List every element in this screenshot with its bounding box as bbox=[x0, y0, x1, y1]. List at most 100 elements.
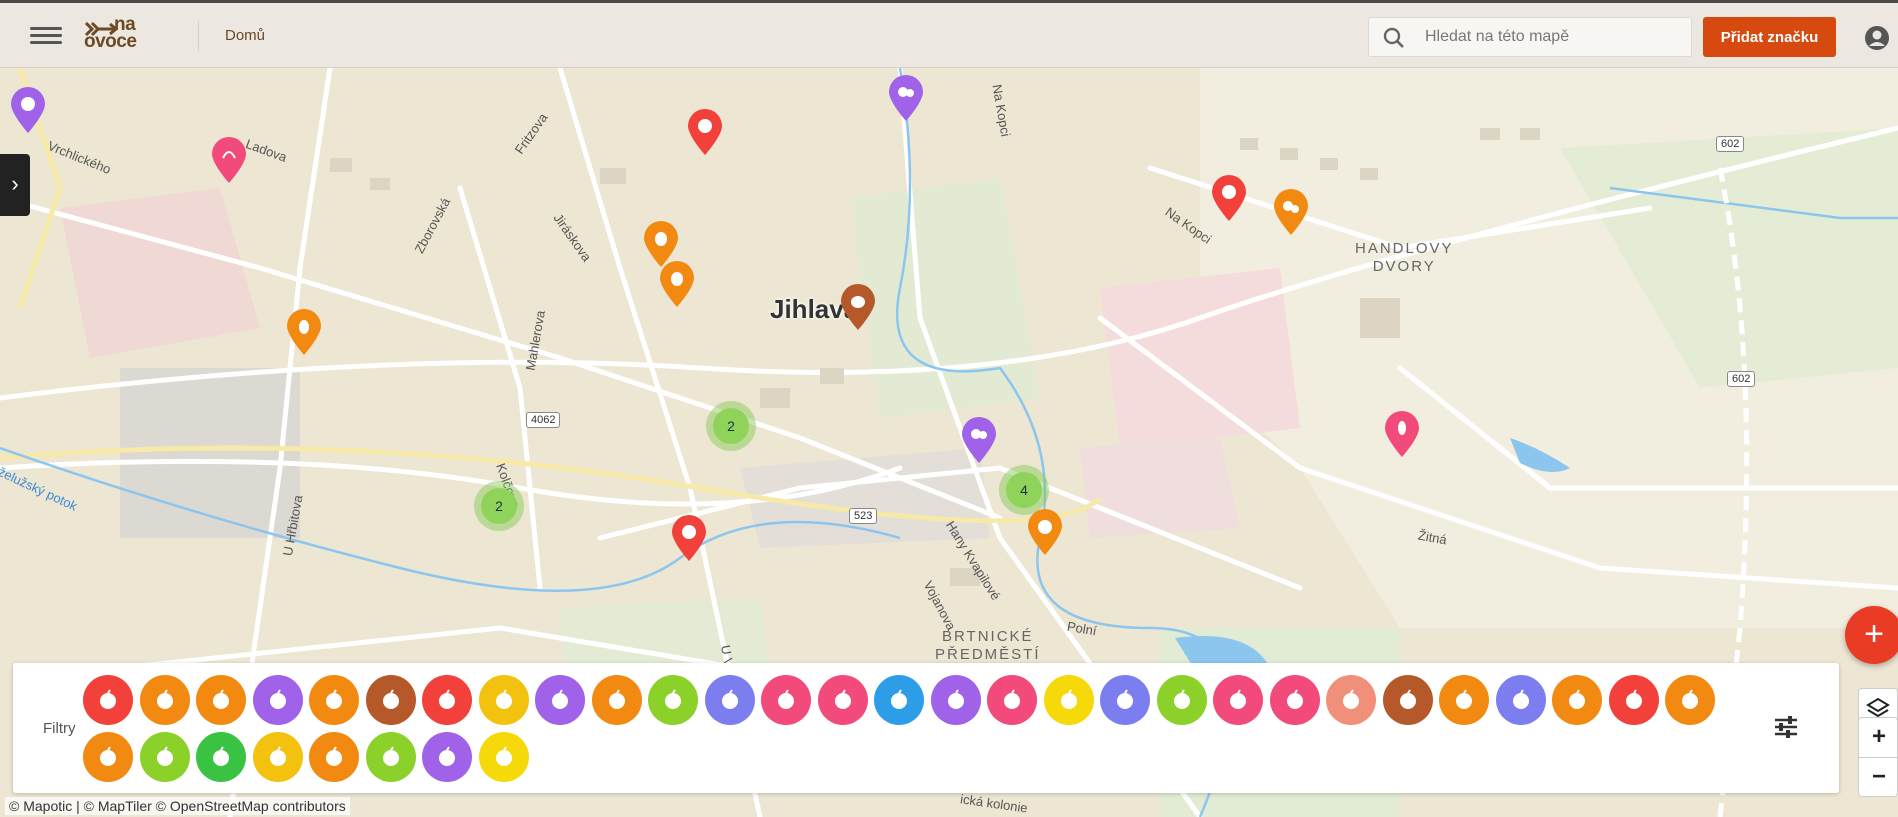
filter-chip-fruit-icon[interactable] bbox=[139, 675, 190, 725]
fruit-glyph-icon bbox=[834, 689, 851, 709]
road-number: 602 bbox=[1716, 136, 1745, 152]
map-marker-pin[interactable] bbox=[285, 308, 323, 356]
header-divider bbox=[198, 21, 199, 51]
fruit-glyph-icon bbox=[1682, 689, 1698, 709]
user-avatar-icon[interactable] bbox=[1864, 25, 1890, 51]
fruit-glyph-icon bbox=[1117, 689, 1133, 709]
menu-icon[interactable] bbox=[30, 23, 62, 49]
map-marker-pin[interactable] bbox=[1026, 508, 1064, 556]
fruit-glyph-icon bbox=[1173, 689, 1190, 709]
map-marker-pin[interactable] bbox=[839, 283, 877, 331]
nav-home-link[interactable]: Domů bbox=[225, 27, 265, 44]
marker-cluster[interactable]: 2 bbox=[474, 481, 524, 531]
filter-chip-fruit-icon[interactable] bbox=[648, 675, 698, 725]
filter-chip-fruit-icon[interactable] bbox=[704, 675, 755, 725]
road-number: 4062 bbox=[526, 412, 561, 428]
fruit-glyph-icon bbox=[213, 746, 229, 766]
map-marker-pin[interactable] bbox=[1383, 410, 1421, 458]
fruit-glyph-icon bbox=[608, 689, 625, 709]
zoom-control: + − bbox=[1858, 717, 1898, 797]
search-box[interactable] bbox=[1368, 17, 1692, 57]
add-marker-fab[interactable]: + bbox=[1845, 606, 1898, 664]
cluster-count: 4 bbox=[1006, 472, 1042, 508]
filter-chip-fruit-icon[interactable] bbox=[196, 732, 246, 782]
map-marker-pin[interactable] bbox=[210, 136, 248, 184]
map-marker-pin[interactable] bbox=[960, 416, 998, 464]
filter-chip-fruit-icon[interactable] bbox=[761, 675, 811, 725]
filter-chip-fruit-icon[interactable] bbox=[422, 732, 472, 782]
fruit-glyph-icon bbox=[1569, 689, 1585, 709]
filter-chip-fruit-icon[interactable] bbox=[1495, 675, 1546, 725]
fruit-glyph-icon bbox=[721, 689, 738, 709]
fruit-glyph-icon bbox=[1230, 689, 1246, 709]
fruit-glyph-icon bbox=[100, 689, 116, 709]
marker-cluster[interactable]: 4 bbox=[999, 465, 1049, 515]
map-marker-pin[interactable] bbox=[670, 514, 708, 562]
marker-cluster[interactable]: 2 bbox=[706, 401, 756, 451]
logo-line-2: ovoce bbox=[84, 31, 137, 52]
fruit-glyph-icon bbox=[947, 689, 964, 709]
logo-text: na ovoce bbox=[84, 15, 137, 51]
filter-chip-fruit-icon[interactable] bbox=[1608, 675, 1659, 725]
fruit-glyph-icon bbox=[1060, 689, 1077, 709]
filter-chip-fruit-icon[interactable] bbox=[987, 675, 1037, 725]
fruit-glyph-icon bbox=[891, 689, 907, 709]
fruit-glyph-icon bbox=[326, 689, 342, 709]
fruit-glyph-icon bbox=[213, 689, 229, 709]
fruit-glyph-icon bbox=[778, 689, 794, 709]
filter-chip-fruit-icon[interactable] bbox=[817, 675, 868, 725]
zoom-out-button[interactable]: − bbox=[1859, 757, 1898, 796]
filter-chip-fruit-icon[interactable] bbox=[591, 675, 642, 725]
filter-chip-fruit-icon[interactable] bbox=[83, 675, 133, 725]
logo[interactable]: na ovoce bbox=[84, 15, 154, 54]
fruit-glyph-icon bbox=[100, 746, 116, 766]
map-marker-pin[interactable] bbox=[658, 260, 696, 308]
filter-chip-fruit-icon[interactable] bbox=[309, 675, 359, 725]
district-label: HANDLOVY DVORY bbox=[1355, 240, 1454, 275]
filter-chip-fruit-icon[interactable] bbox=[365, 675, 416, 725]
filter-chip-fruit-icon[interactable] bbox=[1100, 675, 1150, 725]
district-label: BRTNICKÉ PŘEDMĚSTÍ bbox=[935, 628, 1041, 663]
add-marker-button[interactable]: Přidat značku bbox=[1703, 17, 1836, 57]
filter-chip-fruit-icon[interactable] bbox=[478, 732, 529, 782]
fruit-glyph-icon bbox=[495, 689, 512, 709]
fruit-glyph-icon bbox=[439, 689, 455, 709]
sidebar-toggle-chevron-icon[interactable]: › bbox=[0, 154, 30, 216]
road-number: 602 bbox=[1727, 371, 1756, 387]
search-input[interactable] bbox=[1425, 18, 1685, 56]
cluster-count: 2 bbox=[713, 408, 749, 444]
filter-chip-fruit-icon[interactable] bbox=[252, 732, 303, 782]
filter-chip-fruit-icon[interactable] bbox=[422, 675, 472, 725]
filter-settings-icon[interactable] bbox=[1773, 715, 1799, 739]
fruit-glyph-icon bbox=[1456, 689, 1472, 709]
map-marker-pin[interactable] bbox=[9, 86, 47, 134]
fruit-glyph-icon bbox=[495, 746, 512, 766]
map-marker-pin[interactable] bbox=[1272, 188, 1310, 236]
fruit-glyph-icon bbox=[665, 689, 681, 709]
map-marker-pin[interactable] bbox=[887, 74, 925, 122]
filter-chip-fruit-icon[interactable] bbox=[1552, 675, 1602, 725]
filter-chip-fruit-icon[interactable] bbox=[1043, 675, 1094, 725]
filter-chip-fruit-icon[interactable] bbox=[1213, 675, 1263, 725]
filter-chip-fruit-icon[interactable] bbox=[930, 675, 981, 725]
filter-chip-fruit-icon[interactable] bbox=[1382, 675, 1433, 725]
filter-chip-fruit-icon[interactable] bbox=[1665, 675, 1715, 725]
filter-chip-fruit-icon[interactable] bbox=[874, 675, 924, 725]
filter-chip-fruit-icon[interactable] bbox=[252, 675, 303, 725]
filter-chip-fruit-icon[interactable] bbox=[1156, 675, 1207, 725]
map-marker-pin[interactable] bbox=[686, 108, 724, 156]
filter-chip-fruit-icon[interactable] bbox=[535, 675, 585, 725]
filter-chip-fruit-icon[interactable] bbox=[1326, 675, 1376, 725]
filter-chip-fruit-icon[interactable] bbox=[196, 675, 246, 725]
filter-chip-fruit-icon[interactable] bbox=[83, 732, 133, 782]
filter-chip-fruit-icon[interactable] bbox=[478, 675, 529, 725]
filter-chip-fruit-icon[interactable] bbox=[139, 732, 190, 782]
road-number: 523 bbox=[849, 508, 878, 524]
filter-chip-fruit-icon[interactable] bbox=[309, 732, 359, 782]
filter-chip-fruit-icon[interactable] bbox=[1439, 675, 1489, 725]
map-marker-pin[interactable] bbox=[1210, 174, 1248, 222]
filter-chip-fruit-icon[interactable] bbox=[1269, 675, 1320, 725]
zoom-in-button[interactable]: + bbox=[1859, 718, 1898, 757]
filter-chip-fruit-icon[interactable] bbox=[365, 732, 416, 782]
fruit-glyph-icon bbox=[552, 689, 568, 709]
